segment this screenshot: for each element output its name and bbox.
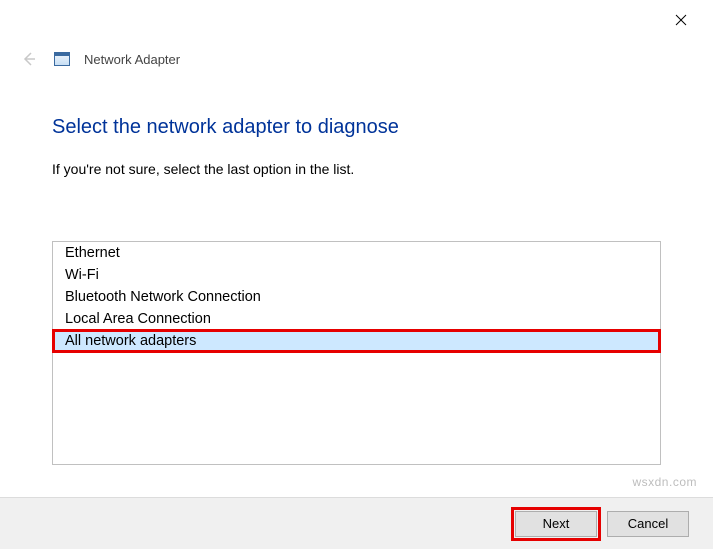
- cancel-button[interactable]: Cancel: [607, 511, 689, 537]
- content-area: Select the network adapter to diagnose I…: [0, 70, 713, 465]
- list-item[interactable]: Local Area Connection: [53, 308, 660, 330]
- next-button[interactable]: Next: [515, 511, 597, 537]
- page-heading: Select the network adapter to diagnose: [52, 116, 661, 139]
- back-button[interactable]: [18, 48, 40, 70]
- network-adapter-icon: [54, 52, 70, 66]
- adapter-listbox[interactable]: Ethernet Wi-Fi Bluetooth Network Connect…: [52, 241, 661, 465]
- list-item[interactable]: Bluetooth Network Connection: [53, 286, 660, 308]
- title-bar: [0, 0, 713, 40]
- watermark: wsxdn.com: [632, 475, 697, 489]
- footer: Next Cancel: [0, 497, 713, 549]
- list-item[interactable]: Ethernet: [53, 242, 660, 264]
- list-item[interactable]: Wi-Fi: [53, 264, 660, 286]
- header: Network Adapter: [0, 40, 713, 70]
- hint-text: If you're not sure, select the last opti…: [52, 161, 661, 177]
- window-title: Network Adapter: [84, 52, 180, 67]
- close-button[interactable]: [661, 6, 701, 34]
- list-item-selected[interactable]: All network adapters: [53, 330, 660, 352]
